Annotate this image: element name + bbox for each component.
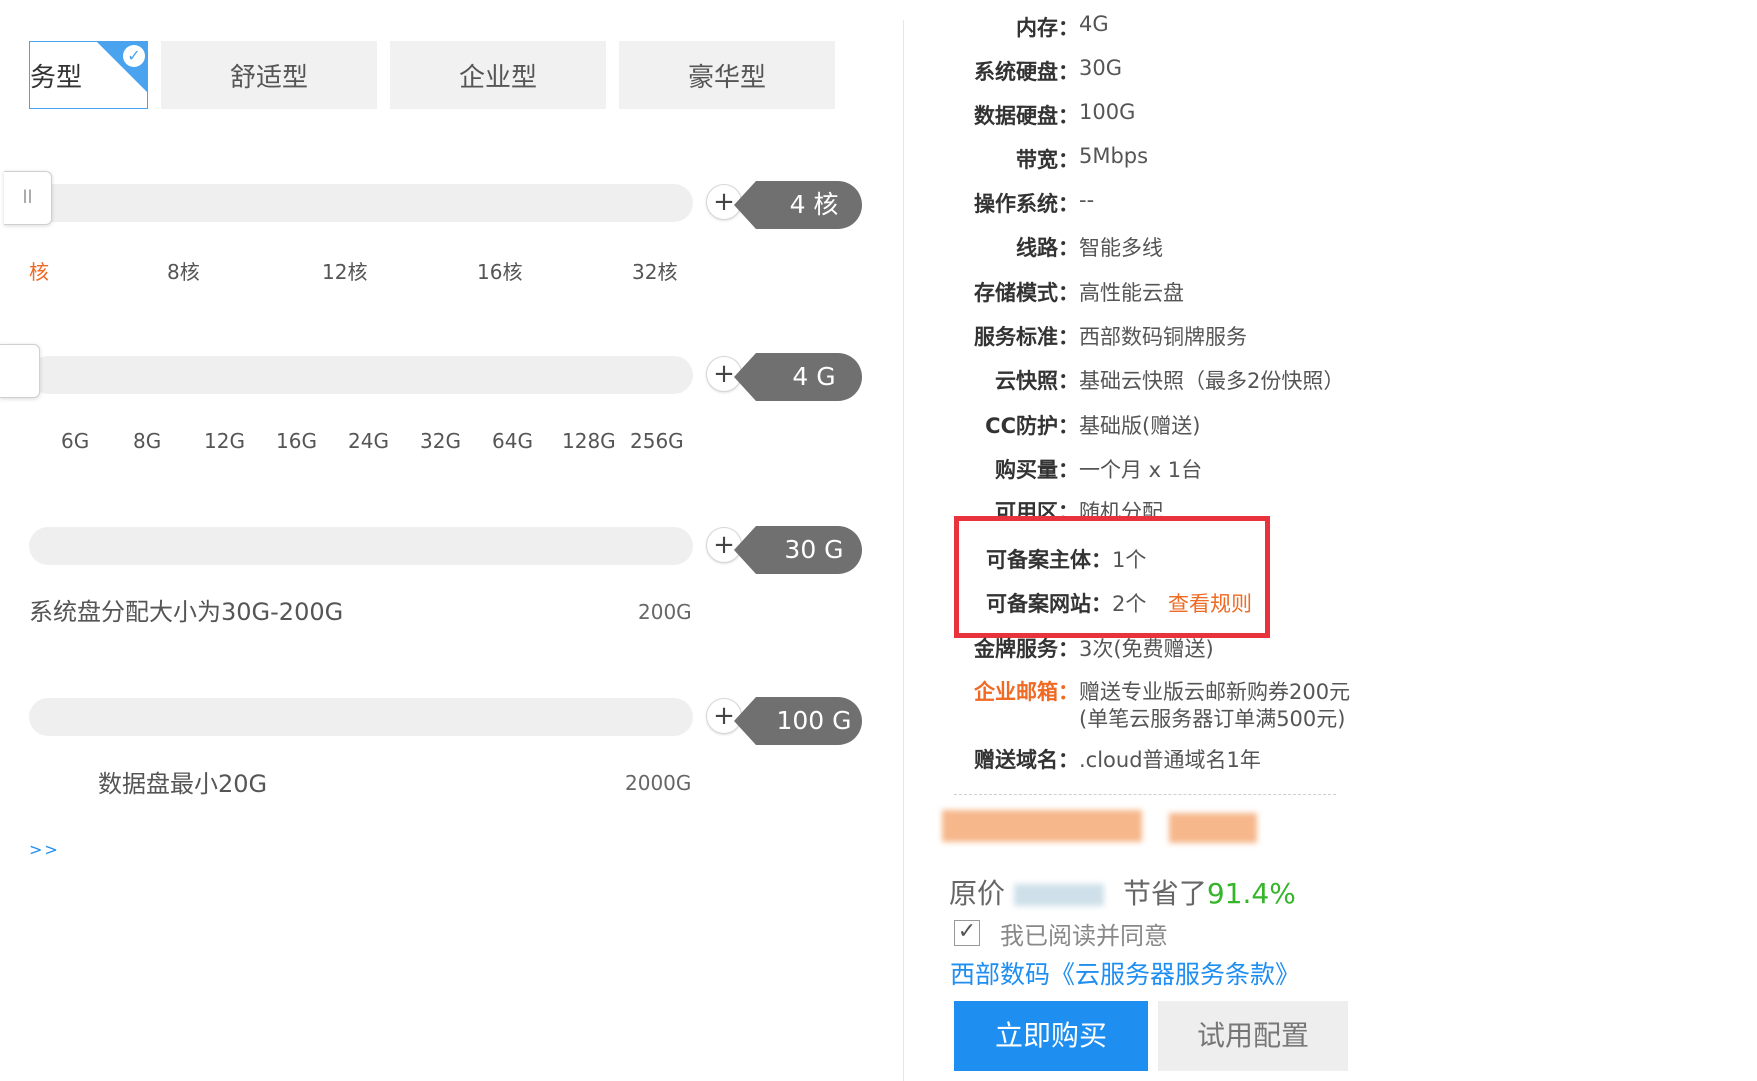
saved-label: 节省了 [1122,877,1207,910]
system-disk-hint: 系统盘分配大小为30G-200G [29,598,344,626]
system-disk-slider-track[interactable] [29,527,693,565]
data-disk-slider-track[interactable] [29,698,693,736]
cpu-value-tag: 4 核 [734,181,862,229]
memory-tick[interactable]: 128G [562,429,616,453]
check-icon: ✓ [123,45,145,67]
memory-tick[interactable]: 16G [276,429,317,453]
original-price-redacted [1013,884,1104,906]
domain-value: .cloud普通域名1年 [1079,748,1261,772]
gold-key: 金牌服务： [974,637,1079,661]
saved-percent: 91.4% [1206,877,1296,910]
summary-key: 带宽： [1016,148,1079,172]
tab-label: 舒适型 [229,62,308,93]
memory-slider-track[interactable] [29,356,693,394]
cpu-tick[interactable]: 32核 [632,256,677,285]
agree-label: 我已阅读并同意 [1000,922,1168,950]
view-rules-link[interactable]: 查看规则 [1168,588,1252,618]
icp-site-value: 2个 [1112,592,1147,616]
tab-comfort[interactable]: 舒适型 [161,41,377,109]
cpu-tick[interactable]: 8核 [167,256,200,285]
agree-checkbox[interactable]: ✓ [954,920,980,946]
icp-highlight-box [954,516,1270,638]
email-line1: 赠送专业版云邮新购券200元 [1079,680,1351,704]
price-redacted [1169,813,1257,843]
summary-key: 内存： [1016,16,1079,40]
summary-key: 购买量： [995,458,1079,482]
data-disk-value-tag: 100 G [734,697,862,745]
summary-key: 线路： [1016,236,1079,260]
terms-link[interactable]: 西部数码《云服务器服务条款》 [950,955,1300,991]
domain-key: 赠送域名： [974,748,1079,772]
summary-value: 4G [1079,12,1109,36]
summary-key: 数据硬盘： [974,104,1079,128]
tab-luxury[interactable]: 豪华型 [619,41,835,109]
memory-tick[interactable]: 24G [348,429,389,453]
summary-key: 存储模式： [974,281,1079,305]
icp-subject-key: 可备案主体： [986,548,1112,572]
icp-subject-value: 1个 [1112,548,1147,572]
original-price-label: 原价 [949,877,1006,910]
summary-value: 基础版(赠送) [1079,414,1201,438]
email-key: 企业邮箱： [974,680,1079,704]
buy-now-button[interactable]: 立即购买 [954,1001,1148,1071]
summary-value: 5Mbps [1079,144,1149,168]
tab-label: 企业型 [458,62,537,93]
memory-tick[interactable]: 32G [420,429,461,453]
summary-key: 云快照： [995,369,1079,393]
cpu-slider-track[interactable] [29,184,693,222]
summary-value: 西部数码铜牌服务 [1079,325,1247,349]
system-disk-max-label: 200G [638,600,692,624]
memory-tick[interactable]: 8G [133,429,161,453]
gold-value: 3次(免费赠送) [1079,637,1214,661]
cpu-tick[interactable]: 12核 [322,256,367,285]
data-disk-hint: 数据盘最小20G [98,770,268,798]
memory-slider-handle[interactable] [0,344,40,398]
tab-enterprise[interactable]: 企业型 [390,41,606,109]
tab-business[interactable]: 务型 ✓ [29,41,148,109]
tab-label: 务型 [30,62,83,93]
memory-tick[interactable]: 256G [630,429,684,453]
icp-site-key: 可备案网站： [986,592,1112,616]
memory-tick[interactable]: 12G [204,429,245,453]
price-saving-line: 原价 节省了91.4% [949,872,1296,912]
system-disk-value-tag: 30 G [734,526,862,574]
memory-tick[interactable]: 64G [492,429,533,453]
summary-value: 智能多线 [1079,236,1163,260]
memory-value-tag: 4 G [734,353,862,401]
more-link[interactable]: >> [29,840,60,859]
email-line2: (单笔云服务器订单满500元) [1079,707,1346,731]
cpu-tick[interactable]: 核 [29,256,49,285]
summary-value: -- [1079,188,1095,212]
price-redacted [942,810,1142,842]
trial-config-button[interactable]: 试用配置 [1158,1001,1348,1071]
cpu-slider-handle[interactable]: ll [4,171,52,225]
summary-value: 100G [1079,100,1136,124]
panel-divider [903,20,904,1081]
summary-key: 系统硬盘： [974,60,1079,84]
data-disk-max-label: 2000G [625,771,692,795]
cpu-tick[interactable]: 16核 [477,256,522,285]
summary-key: 服务标准： [974,325,1079,349]
summary-value: 30G [1079,56,1122,80]
memory-tick[interactable]: 6G [61,429,89,453]
price-divider [954,794,1336,795]
summary-value: 基础云快照（最多2份快照） [1079,369,1345,393]
summary-key: CC防护： [985,414,1079,438]
tab-label: 豪华型 [687,62,766,93]
summary-value: 一个月 x 1台 [1079,458,1203,482]
summary-key: 操作系统： [974,192,1079,216]
summary-value: 高性能云盘 [1079,281,1184,305]
